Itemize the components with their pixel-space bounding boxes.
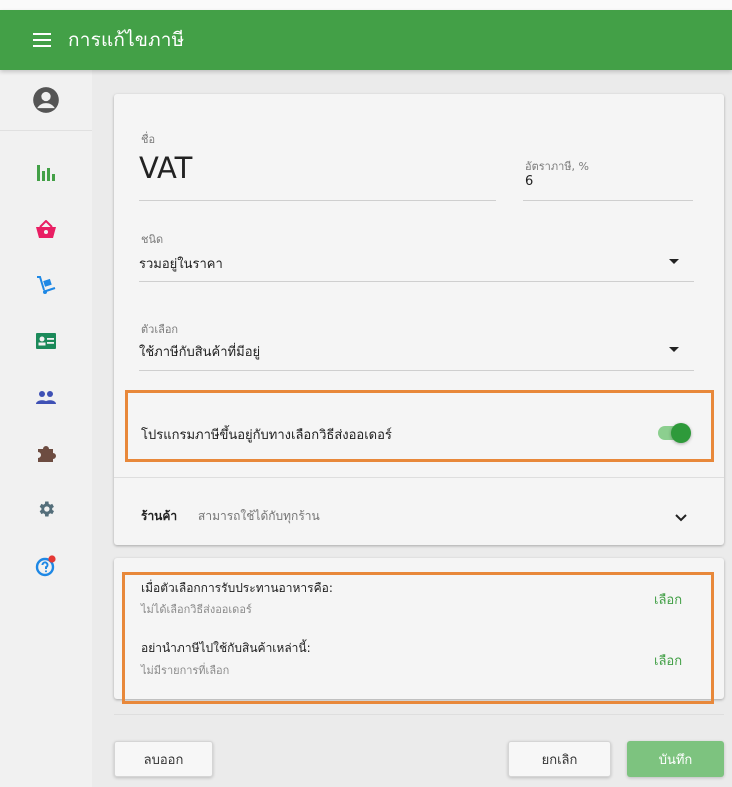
divider [114, 477, 724, 478]
cancel-button[interactable]: ยกเลิก [508, 741, 611, 777]
chevron-down-icon[interactable] [674, 508, 688, 527]
option-dropdown-icon[interactable] [669, 347, 679, 352]
id-card-icon[interactable] [0, 321, 92, 361]
basket-icon[interactable] [0, 209, 92, 249]
puzzle-icon[interactable] [0, 433, 92, 473]
option-underline [139, 370, 694, 371]
page-title: การแก้ไขภาษี [68, 29, 185, 51]
tax-form-card: ชื่อ VAT อัตราภาษี, % 6 ชนิด รวมอยู่ในรา… [114, 94, 724, 545]
chart-icon[interactable] [0, 153, 92, 193]
menu-icon[interactable] [22, 20, 62, 60]
store-label: ร้านค้า [141, 509, 178, 523]
gear-icon[interactable] [0, 489, 92, 529]
type-dropdown-icon[interactable] [669, 259, 679, 264]
highlight-conditions [122, 572, 714, 704]
highlight-toggle-row [125, 390, 714, 462]
name-underline [139, 200, 496, 201]
footer-divider [114, 714, 724, 715]
name-input[interactable]: VAT [139, 151, 192, 185]
rate-underline [523, 200, 693, 201]
save-button[interactable]: บันทึก [627, 741, 724, 777]
rate-label: อัตราภาษี, % [525, 160, 589, 173]
app-bar: การแก้ไขภาษี [0, 10, 732, 70]
rate-input[interactable]: 6 [525, 174, 533, 189]
app-root: การแก้ไขภาษี ชื่อ VAT อัตราภาษี, % 6 ชนิ… [0, 0, 732, 787]
option-label: ตัวเลือก [141, 323, 179, 336]
type-underline [139, 281, 694, 282]
side-rail [0, 70, 93, 787]
store-value[interactable]: สามารถใช้ได้กับทุกร้าน [198, 507, 320, 526]
help-icon[interactable] [0, 546, 92, 586]
hand-truck-icon[interactable] [0, 265, 92, 305]
option-select[interactable]: ใช้ภาษีกับสินค้าที่มีอยู่ [139, 341, 260, 362]
type-select[interactable]: รวมอยู่ในราคา [139, 253, 223, 274]
people-icon[interactable] [0, 377, 92, 417]
type-label: ชนิด [141, 233, 164, 246]
profile-icon[interactable] [0, 70, 92, 131]
name-label: ชื่อ [141, 133, 156, 146]
delete-button[interactable]: ลบออก [114, 741, 213, 777]
